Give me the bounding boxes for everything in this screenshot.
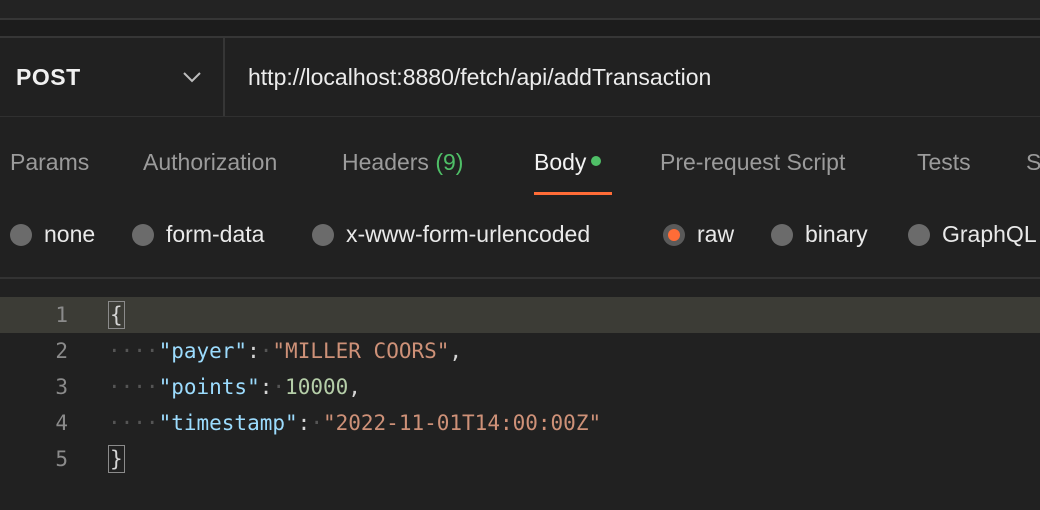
tab-body-label: Body: [534, 149, 587, 175]
body-type-binary[interactable]: binary: [771, 221, 868, 248]
tab-params[interactable]: Params: [10, 149, 89, 176]
body-type-none-label: none: [44, 221, 96, 247]
tab-authorization[interactable]: Authorization: [143, 149, 277, 176]
body-type-raw[interactable]: raw: [663, 221, 734, 248]
body-type-form-data[interactable]: form-data: [132, 221, 264, 248]
tab-headers-label: Headers: [342, 149, 429, 175]
json-key: "timestamp": [158, 411, 298, 435]
json-key: "payer": [158, 339, 248, 363]
tab-pre-request-script[interactable]: Pre-request Script: [660, 149, 845, 176]
active-tab-indicator: [534, 192, 612, 195]
body-type-urlencoded[interactable]: x-www-form-urlencoded: [312, 221, 590, 248]
body-type-none[interactable]: none: [10, 221, 95, 248]
line-number: 1: [55, 303, 68, 327]
top-toolbar-strip: [0, 0, 1040, 20]
tab-tests[interactable]: Tests: [917, 149, 971, 176]
radio-none[interactable]: [10, 223, 32, 246]
json-value: "MILLER COORS": [272, 339, 450, 363]
editor-line: 5 }: [0, 441, 1040, 477]
method-dropdown[interactable]: POST: [0, 38, 225, 116]
method-label: POST: [16, 63, 81, 90]
line-number: 5: [55, 447, 68, 471]
line-number: 3: [55, 375, 68, 399]
tab-headers[interactable]: Headers (9): [342, 149, 463, 176]
postman-request-editor: POST http://localhost:8880/fetch/api/add…: [0, 0, 1040, 510]
editor-line: 2 ····"payer":·"MILLER COORS",: [0, 333, 1040, 369]
url-input[interactable]: http://localhost:8880/fetch/api/addTrans…: [225, 38, 1040, 116]
line-number: 4: [55, 411, 68, 435]
body-type-graphql[interactable]: GraphQL: [908, 221, 1037, 248]
editor-line: 3 ····"points":·10000,: [0, 369, 1040, 405]
body-type-form-data-label: form-data: [166, 221, 265, 247]
body-modified-dot: [591, 156, 602, 166]
top-divider-strip: [0, 20, 1040, 38]
body-type-options: none form-data x-www-form-urlencoded raw…: [0, 197, 1040, 279]
open-brace: {: [108, 301, 125, 329]
radio-urlencoded[interactable]: [312, 223, 334, 246]
json-value: "2022-11-01T14:00:00Z": [322, 411, 602, 435]
editor-line: 1 {: [0, 297, 1040, 333]
radio-graphql[interactable]: [908, 223, 930, 246]
headers-count-badge: (9): [435, 149, 464, 175]
code-editor[interactable]: 1 { 2 ····"payer":·"MILLER COORS", 3 ···…: [0, 295, 1040, 510]
body-type-graphql-label: GraphQL: [942, 221, 1037, 247]
radio-binary[interactable]: [771, 223, 793, 246]
editor-line: 4 ····"timestamp":·"2022-11-01T14:00:00Z…: [0, 405, 1040, 441]
tab-settings[interactable]: S: [1026, 149, 1040, 176]
request-tabs: Params Authorization Headers (9) Body Pr…: [0, 117, 1040, 197]
json-key: "points": [158, 375, 260, 399]
chevron-down-icon: [181, 66, 203, 88]
body-type-raw-label: raw: [697, 221, 735, 247]
request-bar: POST http://localhost:8880/fetch/api/add…: [0, 38, 1040, 117]
radio-form-data[interactable]: [132, 223, 154, 246]
radio-raw[interactable]: [663, 223, 685, 246]
body-type-binary-label: binary: [805, 221, 868, 247]
close-brace: }: [108, 445, 125, 473]
json-value: 10000: [285, 375, 349, 399]
body-type-urlencoded-label: x-www-form-urlencoded: [346, 221, 591, 247]
line-number: 2: [55, 339, 68, 363]
tab-body[interactable]: Body: [534, 149, 602, 176]
